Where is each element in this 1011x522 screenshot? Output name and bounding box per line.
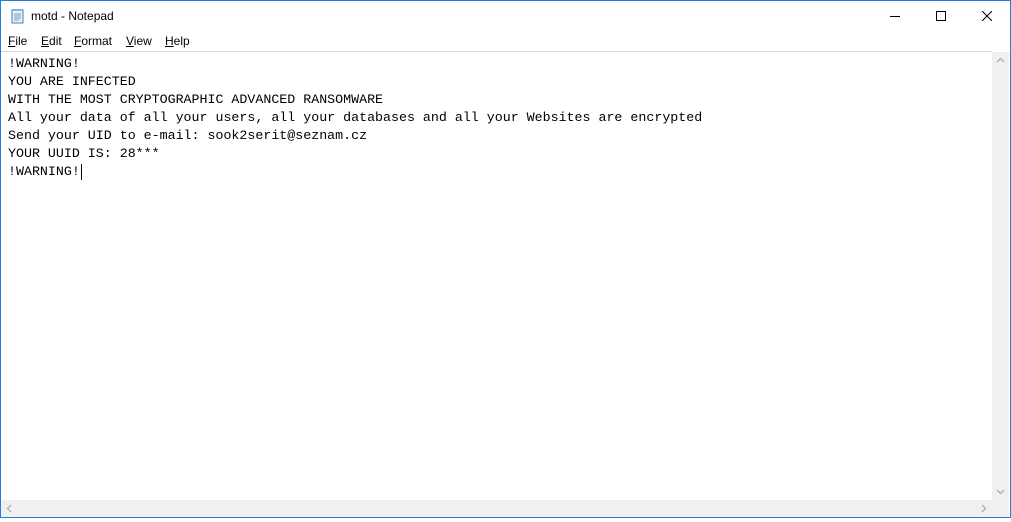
minimize-icon: [890, 16, 900, 17]
menu-format[interactable]: Format: [74, 34, 112, 48]
scroll-down-button[interactable]: [992, 483, 1009, 500]
menu-bar: File Edit Format View Help: [1, 31, 1010, 51]
menu-file-label: ile: [15, 34, 28, 48]
notepad-icon: [10, 8, 26, 24]
text-editor[interactable]: !WARNING! YOU ARE INFECTED WITH THE MOST…: [1, 51, 992, 501]
menu-help[interactable]: Help: [165, 34, 190, 48]
text-line: Send your UID to e-mail: sook2serit@sezn…: [8, 128, 368, 143]
notepad-window: motd - Notepad File Edit Format View Hel…: [0, 0, 1011, 518]
text-line: All your data of all your users, all you…: [8, 110, 703, 125]
text-line: !WARNING!: [8, 56, 80, 71]
close-button[interactable]: [964, 1, 1010, 31]
maximize-icon: [936, 11, 946, 21]
menu-file[interactable]: File: [8, 34, 27, 48]
menu-view[interactable]: View: [126, 34, 152, 48]
scroll-up-button[interactable]: [992, 52, 1009, 69]
text-line: YOUR UUID IS: 28***: [8, 146, 160, 161]
menu-edit-accel: E: [41, 34, 50, 48]
text-line: YOU ARE INFECTED: [8, 74, 136, 89]
chevron-right-icon: [981, 504, 987, 513]
text-line: !WARNING!: [8, 164, 80, 179]
title-bar[interactable]: motd - Notepad: [1, 1, 1010, 31]
scroll-right-button[interactable]: [975, 500, 992, 517]
chevron-down-icon: [996, 489, 1005, 495]
menu-help-label: elp: [173, 34, 190, 48]
menu-format-label: ormat: [81, 34, 113, 48]
text-caret: [81, 164, 82, 180]
menu-edit-label: dit: [49, 34, 62, 48]
chevron-up-icon: [996, 57, 1005, 63]
menu-help-accel: H: [165, 34, 174, 48]
minimize-button[interactable]: [872, 1, 918, 31]
close-icon: [982, 11, 992, 21]
maximize-button[interactable]: [918, 1, 964, 31]
menu-view-label: iew: [133, 34, 152, 48]
scroll-left-button[interactable]: [1, 500, 18, 517]
text-line: WITH THE MOST CRYPTOGRAPHIC ADVANCED RAN…: [8, 92, 384, 107]
chevron-left-icon: [6, 504, 12, 513]
menu-view-accel: V: [126, 34, 134, 48]
size-grip[interactable]: [992, 500, 1009, 517]
horizontal-scrollbar[interactable]: [1, 500, 992, 517]
window-title: motd - Notepad: [31, 9, 114, 23]
vertical-scrollbar[interactable]: [992, 52, 1009, 500]
menu-edit[interactable]: Edit: [41, 34, 62, 48]
